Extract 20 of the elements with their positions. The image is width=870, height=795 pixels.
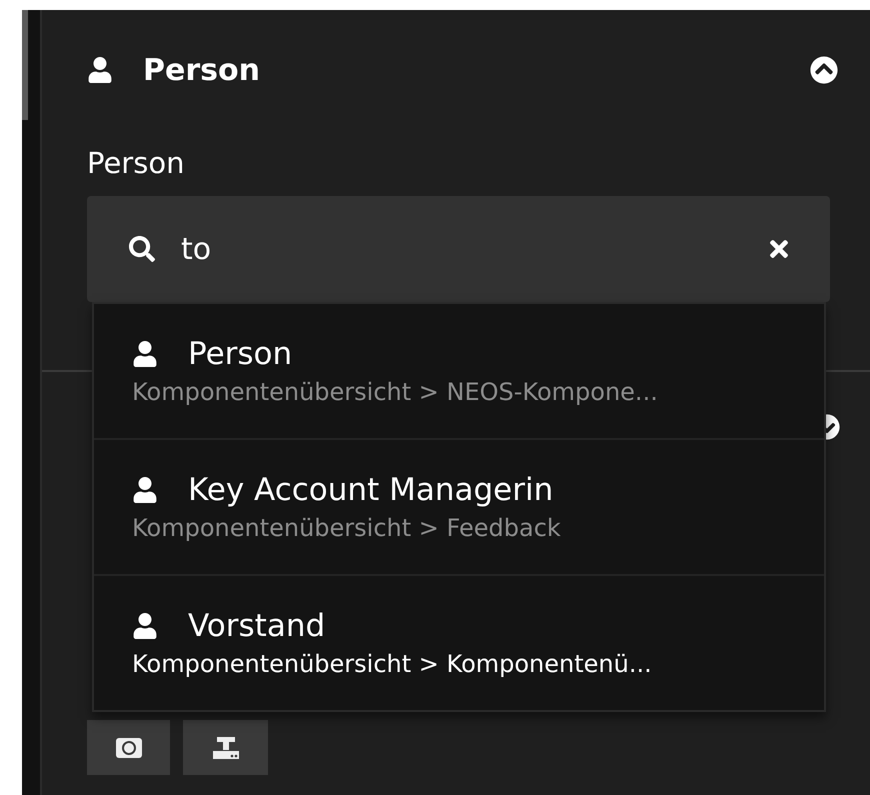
user-icon [132, 341, 158, 367]
result-item[interactable]: Key Account Managerin Komponentenübersicht > Feedback [94, 438, 824, 574]
result-item[interactable]: Vorstand Komponentenübersicht > Komponentenü... [94, 574, 824, 710]
result-path: Komponentenübersicht > NEOS-Kompone... [132, 378, 659, 406]
upload-icon [212, 736, 238, 758]
section-title: Person [143, 52, 261, 88]
search-icon [129, 236, 155, 262]
chevron-up-icon[interactable] [810, 56, 838, 84]
user-icon [132, 477, 158, 503]
user-icon [87, 57, 113, 83]
camera-icon [116, 738, 142, 758]
result-path: Komponentenübersicht > Komponentenü... [132, 650, 653, 678]
image-button[interactable] [87, 720, 170, 775]
field-label: Person [87, 146, 186, 180]
result-path: Komponentenübersicht > Feedback [132, 514, 562, 542]
user-icon [132, 613, 158, 639]
search-field[interactable]: to [87, 196, 830, 302]
result-item[interactable]: Person Komponentenübersicht > NEOS-Kompone... [94, 304, 824, 438]
scrollbar-thumb[interactable] [22, 10, 28, 120]
upload-button[interactable] [183, 720, 268, 775]
